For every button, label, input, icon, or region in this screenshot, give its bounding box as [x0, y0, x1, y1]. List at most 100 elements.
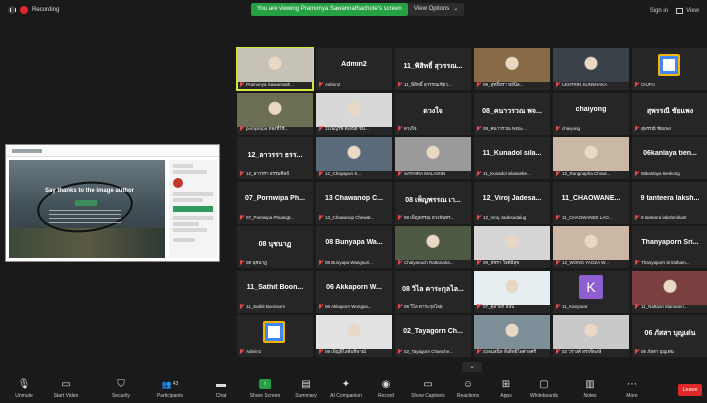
- view-options-label: View Options: [414, 6, 450, 12]
- participant-tile[interactable]: CIUFU: [632, 48, 707, 90]
- participant-tile[interactable]: 02ลมสนิท ทั้งสิทธิไพศาลศรี: [474, 315, 550, 357]
- participant-name: สุพรรณี ชัยแพง: [646, 107, 694, 115]
- ai-companion-button[interactable]: ✦ AI Companion: [324, 378, 368, 400]
- participant-tile[interactable]: chaiyong chaiyong: [553, 92, 629, 135]
- sign-in-link[interactable]: Sign in: [650, 8, 668, 14]
- show-captions-button[interactable]: ▭ Show Captions: [406, 378, 450, 400]
- participant-name-bar: 06 Akkaporn Wongsa...: [318, 303, 390, 311]
- record-button[interactable]: ◉ Record: [364, 378, 408, 400]
- recording-indicator[interactable]: Recording: [8, 6, 59, 14]
- participant-name-bar: 02_Tayagorn Chanche...: [397, 347, 469, 355]
- participants-button[interactable]: 👥 43 Participants: [148, 378, 192, 400]
- participant-tile[interactable]: สุพรรณี ชัยแพง สุพรรณี ชัยแพง: [632, 92, 707, 135]
- participant-tile[interactable]: 08 Bunyapa Wa... 08 Bunyapa Wangsuri...: [316, 226, 392, 268]
- share-screen-button[interactable]: ↑ Share Screen: [243, 378, 287, 399]
- summary-button[interactable]: ▤ Summary: [284, 378, 328, 400]
- participant-tile[interactable]: 12_ลาวรรา ธรร... 12_ลาวรรา ธรรมศิลป์: [237, 137, 313, 179]
- chat-button[interactable]: ▬ Chat: [199, 378, 243, 400]
- security-button[interactable]: ⛉ Security: [99, 378, 143, 400]
- participant-tile[interactable]: 07_Pornwipa Ph... 07_Pornwipa Phuangt...: [237, 181, 313, 224]
- participant-tile[interactable]: Admin2 Admin2: [316, 48, 392, 90]
- unmute-button[interactable]: 🎙 Unmute: [2, 378, 46, 400]
- share-screen-label: Share Screen: [249, 393, 281, 399]
- summary-icon: ▤: [301, 378, 311, 390]
- shared-screen-text-lines: [49, 210, 121, 224]
- participant-name: 13 Chawanop C...: [325, 194, 383, 202]
- participant-tile[interactable]: 9 tanteera laksh... 9 tanteera lakshmihan…: [632, 181, 707, 224]
- participant-tile[interactable]: 02 วรางค์ สรกพิพงษ์: [553, 315, 629, 357]
- participant-name-bar: 12_Rungnapha Chowi...: [555, 169, 627, 177]
- participant-tile[interactable]: 08_พัชรา ใจดีมีสุข: [474, 226, 550, 268]
- avatar: [173, 178, 183, 188]
- view-button[interactable]: View: [676, 8, 699, 14]
- leave-button[interactable]: Leave: [678, 384, 702, 396]
- shared-screen-photo: Say thanks to the image author: [9, 160, 165, 258]
- participant-tile[interactable]: Chalyanuch Rattanaha...: [395, 226, 471, 268]
- muted-microphone-icon: [634, 126, 639, 131]
- participant-tile[interactable]: 11_พิสิทธิ์ สุวรรณ... 11_พิสิทธิ์ สุวรรณเ…: [395, 48, 471, 90]
- muted-microphone-icon: [318, 304, 323, 309]
- participant-label: 08_พัชรา ใจดีมีสุข: [483, 259, 520, 265]
- more-label: More: [626, 393, 638, 399]
- participant-tile[interactable]: 11_CHAOWANE... 11_CHAOWANEE LAO...: [553, 181, 629, 224]
- participant-label: 02_Tayagorn Chanche...: [404, 348, 454, 354]
- participant-tile[interactable]: 08 เพ็ญพรรณ เา... 08 เพ็ญพรรณ ดวงจันทร...: [395, 181, 471, 224]
- scroll-down-button[interactable]: ⌄: [462, 362, 482, 372]
- participant-tile[interactable]: 11_Kunadol sila... 11_Kunadol silasuebe..…: [474, 137, 550, 179]
- participant-tile[interactable]: pornpimpa ทองที่ใช้...: [237, 92, 313, 135]
- participant-tile[interactable]: 08 วิไล คาระกุลไล... 08 วิไล ดาระกุลไลย: [395, 270, 471, 313]
- participant-tile[interactable]: 11เพ็ญรพี ดีเสนีย์ ขัน...: [316, 92, 392, 135]
- whiteboards-button[interactable]: ▢ Whiteboards: [522, 378, 566, 400]
- participant-tile[interactable]: 12_Rungnapha Chowi...: [553, 137, 629, 179]
- participant-name: Admin2: [341, 61, 367, 68]
- participant-tile[interactable]: ดวงใจ ดวงใจ: [395, 92, 471, 135]
- participant-tile[interactable]: 12_Chayapon S...: [316, 137, 392, 179]
- participant-tile[interactable]: 12_WONG YAOZA W...: [553, 226, 629, 268]
- participants-label: Participants: [156, 393, 184, 399]
- participant-tile[interactable]: 11_Nattaon Manaseri...: [632, 270, 707, 313]
- participant-tile[interactable]: LENTRIN SUNSHAKA: [553, 48, 629, 90]
- participant-tile[interactable]: 08_คนาวรวณ พจ... 08_คนาวรวณ พจนะ...: [474, 92, 550, 135]
- muted-microphone-icon: [318, 348, 323, 354]
- shared-screen-header: [6, 145, 219, 157]
- participant-tile[interactable]: 12_Viroj Jadesa... 12_Viroj Jadesadalug: [474, 181, 550, 224]
- participant-tile[interactable]: Pramonya Sawannath...: [236, 47, 314, 91]
- participant-tile[interactable]: 08 นุชนาฏ 08 นุชนาฏ: [237, 226, 313, 268]
- shared-screen-thumbnail[interactable]: Say thanks to the image author: [5, 144, 220, 262]
- shared-screen-headline: Say thanks to the image author: [45, 188, 135, 194]
- more-button[interactable]: ⋯ More: [610, 378, 654, 400]
- participant-label: Chalyanuch Rattanaha...: [404, 259, 454, 265]
- participant-tile[interactable]: SATHIRA MALAISIN: [395, 137, 471, 179]
- participant-name-bar: สุพรรณี ชัยแพง: [634, 125, 706, 133]
- participant-tile[interactable]: 06 ภัสสา บุญเด่น 06 ภัสสา บุญเด่น: [632, 315, 707, 357]
- pause-recording-icon[interactable]: [8, 6, 16, 14]
- participant-name: 08 เพ็ญพรรณ เา...: [405, 196, 461, 204]
- participant-tile[interactable]: 13 Chawanop C... 13_Chawanop Chewat...: [316, 181, 392, 224]
- participant-label: Thanyaporn Sriratham...: [641, 259, 690, 265]
- participant-name: 08_คนาวรวณ พจ...: [482, 107, 542, 115]
- participant-tile[interactable]: 08_สุทธิ์ทรา หลีนิล...: [474, 48, 550, 90]
- muted-microphone-icon: [476, 259, 481, 265]
- participant-tile[interactable]: 06 Akkaporn W... 06 Akkaporn Wongsa...: [316, 270, 392, 313]
- chat-icon: ▬: [216, 378, 226, 390]
- participant-tile[interactable]: 02_Tayagorn Ch... 02_Tayagorn Chanche...: [395, 315, 471, 357]
- participant-video: [553, 48, 629, 82]
- participant-tile[interactable]: Thanyaporn Sri... Thanyaporn Sriratham...: [632, 226, 707, 268]
- participant-name-bar: 08 Bunyapa Wangsuri...: [318, 258, 390, 266]
- participant-tile[interactable]: 07_ตุลาพร หลิน: [474, 270, 550, 313]
- muted-microphone-icon: [239, 81, 244, 87]
- muted-microphone-icon: [239, 259, 244, 265]
- participant-tile[interactable]: 09 เพ็ญพิไลลี่มทิพาณ์: [316, 315, 392, 357]
- participant-name-bar: 11_Sathit Boonsom: [239, 303, 311, 311]
- participant-tile[interactable]: K 11_Kanyarat: [553, 270, 629, 313]
- participant-tile[interactable]: 11_Sathit Boon... 11_Sathit Boonsom: [237, 270, 313, 313]
- record-label: Record: [377, 393, 395, 399]
- start-video-button[interactable]: ▭ Start Video: [44, 378, 88, 400]
- notes-button[interactable]: ▥ Notes: [568, 378, 612, 400]
- apps-icon: ⊞: [501, 378, 511, 390]
- view-options-button[interactable]: View Options ⌄: [408, 3, 465, 16]
- muted-microphone-icon: [397, 215, 402, 220]
- viewing-screen-banner: You are viewing Pramonya Sawannathachote…: [251, 3, 408, 16]
- participant-tile[interactable]: Admin1: [237, 315, 313, 357]
- participant-tile[interactable]: 06kanlaya tien... 06kanlaya tienkong: [632, 137, 707, 179]
